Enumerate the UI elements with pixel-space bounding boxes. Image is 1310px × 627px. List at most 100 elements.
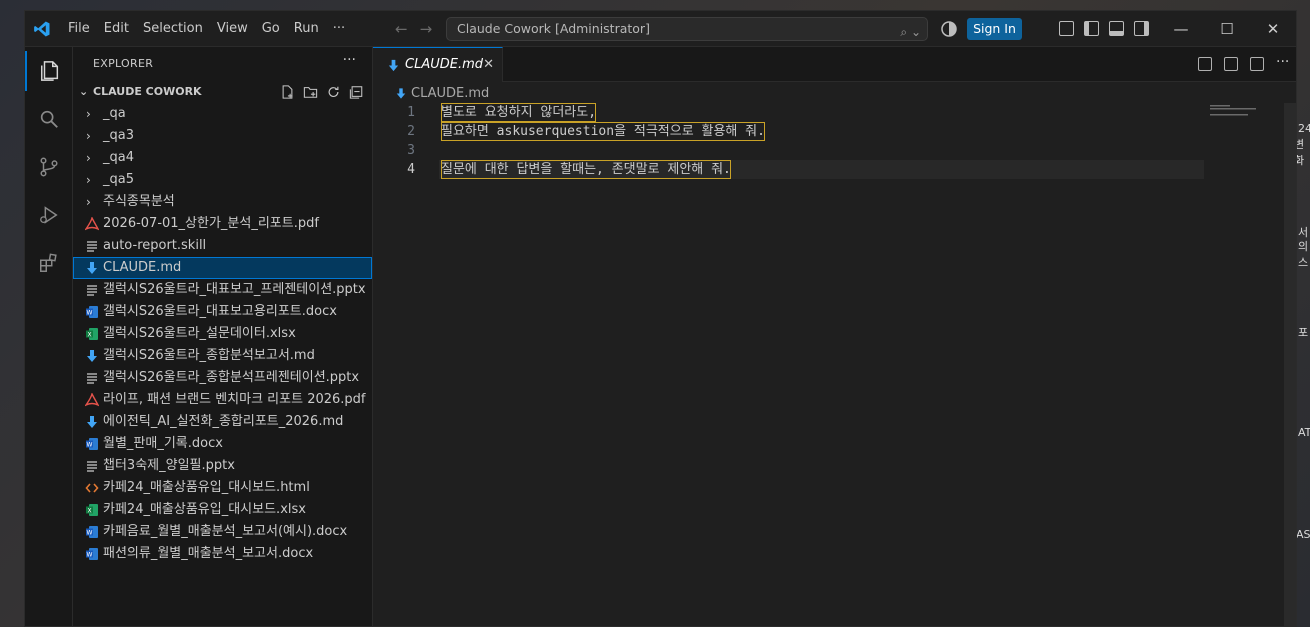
menu-more[interactable]: ··· bbox=[326, 11, 352, 47]
code-line: 1 별도로 요청하지 않더라도, bbox=[373, 103, 1296, 122]
collapse-all-icon[interactable] bbox=[349, 85, 364, 99]
excel-icon: X bbox=[86, 504, 98, 516]
tree-file[interactable]: 라이프, 패션 브랜드 벤치마크 리포트 2026.pdf bbox=[73, 389, 372, 411]
command-center[interactable]: Claude Cowork [Administrator] ⌕ ⌄ bbox=[446, 17, 928, 41]
close-tab-icon[interactable]: ✕ bbox=[483, 48, 494, 82]
tree-file[interactable]: auto-report.skill bbox=[73, 235, 372, 257]
compare-icon[interactable] bbox=[1224, 57, 1238, 71]
tree-file-selected[interactable]: CLAUDE.md bbox=[73, 257, 372, 279]
tree-file[interactable]: W 월별_판매_기록.docx bbox=[73, 433, 372, 455]
editor-actions: ··· bbox=[1198, 55, 1290, 71]
line-number: 2 bbox=[407, 124, 415, 139]
new-folder-icon[interactable] bbox=[303, 85, 318, 99]
tree-file[interactable]: 갤럭시S26울트라_대표보고_프레젠테이션.pptx bbox=[73, 279, 372, 301]
svg-text:X: X bbox=[87, 331, 91, 338]
chevron-right-icon: › bbox=[86, 151, 91, 165]
toggle-secondary-sidebar-icon[interactable] bbox=[1134, 21, 1149, 36]
tree-file[interactable]: 에이전틱_AI_실전화_종합리포트_2026.md bbox=[73, 411, 372, 433]
tab-claude-md[interactable]: CLAUDE.md ✕ bbox=[373, 47, 503, 82]
layout-controls bbox=[1059, 21, 1149, 36]
command-center-label: Claude Cowork [Administrator] bbox=[457, 21, 650, 36]
vertical-scrollbar[interactable] bbox=[1284, 103, 1296, 626]
tree-file[interactable]: 갤럭시S26울트라_종합분석보고서.md bbox=[73, 345, 372, 367]
breadcrumb[interactable]: CLAUDE.md bbox=[393, 85, 489, 103]
menu-selection[interactable]: Selection bbox=[136, 11, 210, 47]
tree-file[interactable]: X 갤럭시S26울트라_설문데이터.xlsx bbox=[73, 323, 372, 345]
source-control-icon[interactable] bbox=[25, 147, 73, 187]
menu-bar: File Edit Selection View Go Run ··· bbox=[61, 11, 352, 47]
text-file-icon bbox=[87, 285, 97, 296]
tree-file[interactable]: 챕터3숙제_양일필.pptx bbox=[73, 455, 372, 477]
chevron-down-icon: ⌄ bbox=[79, 85, 89, 98]
forward-arrow-icon[interactable]: → bbox=[420, 20, 433, 38]
line-text: 필요하면 askuserquestion을 적극적으로 활용해 줘. bbox=[441, 122, 765, 141]
tree-file[interactable]: 2026-07-01_상한가_분석_리포트.pdf bbox=[73, 213, 372, 235]
toggle-primary-sidebar-icon[interactable] bbox=[1084, 21, 1099, 36]
tree-folder[interactable]: › _qa4 bbox=[73, 147, 372, 169]
tree-folder[interactable]: › _qa bbox=[73, 103, 372, 125]
tree-file[interactable]: 갤럭시S26울트라_종합분석프레젠테이션.pptx bbox=[73, 367, 372, 389]
minimize-icon[interactable]: — bbox=[1158, 11, 1204, 47]
window-controls: — ☐ ✕ bbox=[1158, 11, 1296, 47]
line-number: 1 bbox=[407, 105, 415, 120]
html-icon bbox=[85, 483, 99, 493]
menu-go[interactable]: Go bbox=[255, 11, 287, 47]
svg-text:W: W bbox=[87, 551, 93, 558]
copilot-icon[interactable] bbox=[941, 21, 957, 37]
title-bar: File Edit Selection View Go Run ··· ← → … bbox=[25, 11, 1296, 47]
code-line: 3 bbox=[373, 141, 1296, 160]
tree-folder[interactable]: › _qa3 bbox=[73, 125, 372, 147]
new-file-icon[interactable] bbox=[280, 85, 295, 99]
markdown-icon bbox=[87, 350, 97, 362]
maximize-icon[interactable]: ☐ bbox=[1204, 11, 1250, 47]
chevron-right-icon: › bbox=[86, 129, 91, 143]
tree-folder[interactable]: › 주식종목분석 bbox=[73, 191, 372, 213]
more-actions-icon[interactable]: ··· bbox=[1276, 55, 1290, 71]
markdown-icon bbox=[87, 416, 97, 428]
close-window-icon[interactable]: ✕ bbox=[1250, 11, 1296, 47]
toggle-panel-icon[interactable] bbox=[1109, 21, 1124, 36]
tree-file[interactable]: W 패션의류_월별_매출분석_보고서.docx bbox=[73, 543, 372, 565]
explorer-icon[interactable] bbox=[25, 51, 73, 91]
tree-file[interactable]: W 갤럭시S26울트라_대표보고용리포트.docx bbox=[73, 301, 372, 323]
svg-text:W: W bbox=[87, 309, 93, 316]
search-icon[interactable] bbox=[25, 99, 73, 139]
svg-text:X: X bbox=[87, 507, 91, 514]
refresh-icon[interactable] bbox=[326, 85, 341, 99]
word-icon: W bbox=[86, 438, 98, 450]
tree-file[interactable]: X 카페24_매출상품유입_대시보드.xlsx bbox=[73, 499, 372, 521]
minimap[interactable] bbox=[1210, 103, 1270, 133]
desktop-label: 의스 bbox=[1298, 240, 1309, 269]
menu-edit[interactable]: Edit bbox=[97, 11, 136, 47]
sign-in-button[interactable]: Sign In bbox=[967, 18, 1022, 40]
editor-tabs: CLAUDE.md ✕ ··· bbox=[373, 47, 1296, 82]
menu-run[interactable]: Run bbox=[287, 11, 326, 47]
folder-actions bbox=[280, 85, 364, 99]
code-line-current: 4 질문에 대한 답변을 할때는, 존댓말로 제안해 줘. bbox=[373, 160, 1296, 179]
markdown-icon bbox=[388, 59, 399, 72]
run-debug-icon[interactable] bbox=[25, 195, 73, 235]
customize-layout-icon[interactable] bbox=[1059, 21, 1074, 36]
line-number: 3 bbox=[407, 143, 415, 158]
tree-folder[interactable]: › _qa5 bbox=[73, 169, 372, 191]
code-lines[interactable]: 1 별도로 요청하지 않더라도, 2 필요하면 askuserquestion을… bbox=[373, 103, 1296, 179]
split-editor-icon[interactable] bbox=[1250, 57, 1264, 71]
text-file-icon bbox=[87, 373, 97, 384]
extensions-icon[interactable] bbox=[25, 243, 73, 283]
pdf-icon bbox=[85, 217, 99, 231]
chat-dropdown-icon[interactable]: ⌕ ⌄ bbox=[900, 21, 921, 43]
menu-view[interactable]: View bbox=[210, 11, 255, 47]
explorer-more-button[interactable]: ··· bbox=[343, 52, 356, 68]
tab-label: CLAUDE.md bbox=[405, 57, 483, 72]
workspace-folder-label: CLAUDE COWORK bbox=[93, 85, 202, 98]
back-arrow-icon[interactable]: ← bbox=[395, 20, 408, 38]
word-icon: W bbox=[86, 526, 98, 538]
desktop-label: AT bbox=[1298, 426, 1310, 439]
pdf-icon bbox=[85, 393, 99, 407]
open-preview-icon[interactable] bbox=[1198, 57, 1212, 71]
vscode-logo-icon[interactable] bbox=[33, 20, 51, 38]
word-icon: W bbox=[86, 548, 98, 560]
menu-file[interactable]: File bbox=[61, 11, 97, 47]
tree-file[interactable]: W 카페음료_월별_매출분석_보고서(예시).docx bbox=[73, 521, 372, 543]
tree-file[interactable]: 카페24_매출상품유입_대시보드.html bbox=[73, 477, 372, 499]
